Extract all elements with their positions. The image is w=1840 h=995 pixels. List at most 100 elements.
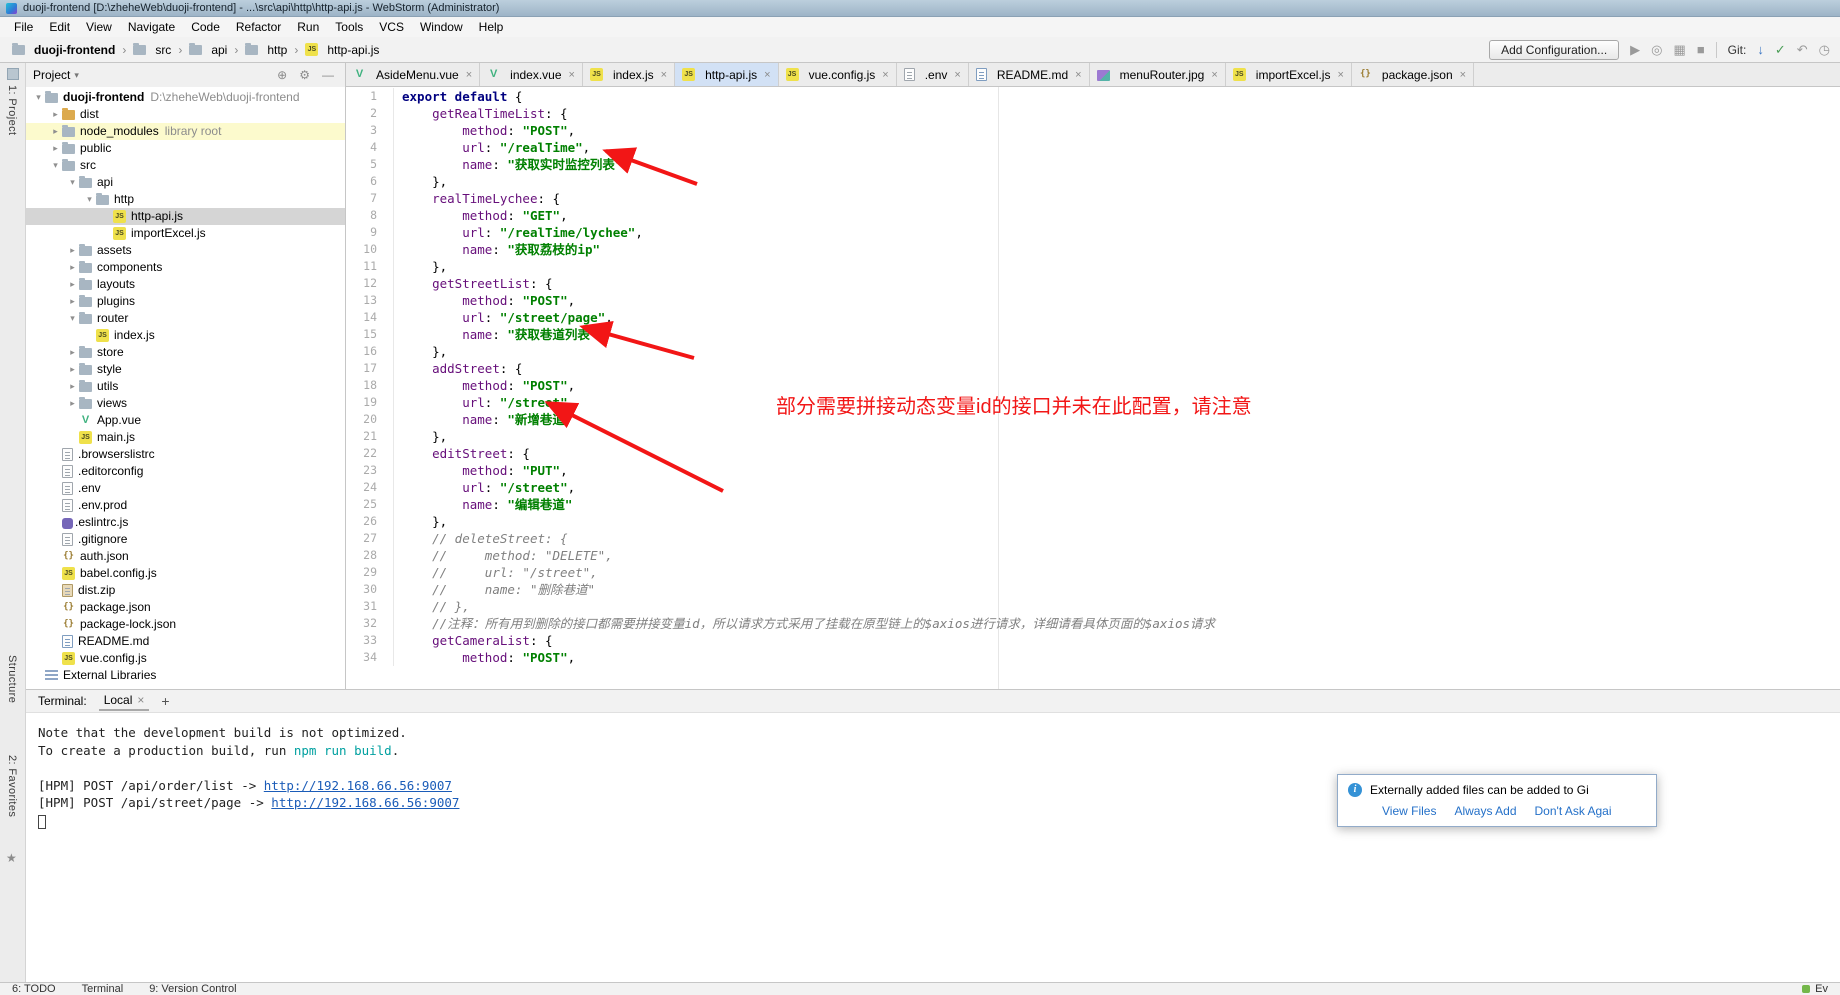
- menu-refactor[interactable]: Refactor: [228, 17, 289, 37]
- close-tab-icon[interactable]: ×: [661, 69, 667, 81]
- tree-row[interactable]: .gitignore: [26, 531, 345, 548]
- hide-panel-icon[interactable]: —: [318, 68, 338, 82]
- coverage-icon[interactable]: ▦: [1674, 43, 1686, 56]
- project-panel-title[interactable]: Project: [33, 68, 70, 82]
- gear-icon[interactable]: ⚙: [295, 68, 314, 82]
- chevron-right-icon[interactable]: ▸: [66, 344, 79, 361]
- editor-tab[interactable]: .env×: [897, 63, 969, 86]
- breadcrumb-item[interactable]: src: [131, 43, 173, 57]
- tree-row[interactable]: main.js: [26, 429, 345, 446]
- tree-row[interactable]: App.vue: [26, 412, 345, 429]
- close-tab-icon[interactable]: ×: [1460, 69, 1466, 81]
- chevron-right-icon[interactable]: ▸: [66, 361, 79, 378]
- chevron-right-icon[interactable]: ▸: [66, 395, 79, 412]
- tree-row[interactable]: README.md: [26, 633, 345, 650]
- notification-action[interactable]: Don't Ask Agai: [1535, 804, 1612, 818]
- close-tab-icon[interactable]: ×: [882, 69, 888, 81]
- notification-action[interactable]: Always Add: [1454, 804, 1516, 818]
- menu-code[interactable]: Code: [183, 17, 228, 37]
- tree-row[interactable]: ▸node_moduleslibrary root: [26, 123, 345, 140]
- toolstrip-project-button[interactable]: 1: Project: [6, 85, 18, 135]
- tree-row[interactable]: ▸assets: [26, 242, 345, 259]
- statusbar-item[interactable]: Terminal: [82, 983, 124, 995]
- tree-row[interactable]: dist.zip: [26, 582, 345, 599]
- notification-action[interactable]: View Files: [1382, 804, 1436, 818]
- menu-help[interactable]: Help: [471, 17, 512, 37]
- close-tab-icon[interactable]: ×: [1211, 69, 1217, 81]
- tree-row[interactable]: External Libraries: [26, 667, 345, 684]
- tree-row[interactable]: .env: [26, 480, 345, 497]
- close-tab-icon[interactable]: ×: [1337, 69, 1343, 81]
- chevron-down-icon[interactable]: ▾: [49, 157, 62, 174]
- toolstrip-structure-button[interactable]: Structure: [6, 655, 18, 703]
- git-commit-icon[interactable]: ✓: [1775, 43, 1786, 56]
- tree-row[interactable]: ▾router: [26, 310, 345, 327]
- tree-row[interactable]: ▸public: [26, 140, 345, 157]
- event-log-label[interactable]: Ev: [1815, 983, 1828, 995]
- tree-row[interactable]: package-lock.json: [26, 616, 345, 633]
- chevron-right-icon[interactable]: ▸: [49, 140, 62, 157]
- tree-row[interactable]: importExcel.js: [26, 225, 345, 242]
- chevron-right-icon[interactable]: ▸: [66, 242, 79, 259]
- tree-row[interactable]: .browserslistrc: [26, 446, 345, 463]
- git-rollback-icon[interactable]: ↶: [1797, 43, 1808, 56]
- menu-file[interactable]: File: [6, 17, 41, 37]
- add-configuration-button[interactable]: Add Configuration...: [1489, 40, 1619, 60]
- tree-row[interactable]: vue.config.js: [26, 650, 345, 667]
- chevron-right-icon[interactable]: ▸: [66, 276, 79, 293]
- menu-window[interactable]: Window: [412, 17, 471, 37]
- menu-navigate[interactable]: Navigate: [120, 17, 183, 37]
- breadcrumb-item[interactable]: api: [187, 43, 229, 57]
- locate-file-icon[interactable]: ⊕: [273, 68, 291, 82]
- chevron-right-icon[interactable]: ▸: [49, 123, 62, 140]
- tree-row[interactable]: ▸store: [26, 344, 345, 361]
- new-terminal-icon[interactable]: +: [161, 693, 169, 709]
- editor-tab[interactable]: index.vue×: [480, 63, 583, 86]
- tree-row[interactable]: ▾duoji-frontendD:\zheheWeb\duoji-fronten…: [26, 89, 345, 106]
- chevron-right-icon[interactable]: ▸: [66, 378, 79, 395]
- tree-row[interactable]: ▸views: [26, 395, 345, 412]
- tree-row[interactable]: .env.prod: [26, 497, 345, 514]
- close-tab-icon[interactable]: ×: [466, 69, 472, 81]
- close-tab-icon[interactable]: ×: [569, 69, 575, 81]
- tree-row[interactable]: ▾src: [26, 157, 345, 174]
- chevron-down-icon[interactable]: ▾: [32, 89, 45, 106]
- chevron-right-icon[interactable]: ▸: [66, 293, 79, 310]
- chevron-down-icon[interactable]: ▾: [83, 191, 96, 208]
- menu-run[interactable]: Run: [289, 17, 327, 37]
- tree-row[interactable]: ▸plugins: [26, 293, 345, 310]
- tree-row[interactable]: ▸utils: [26, 378, 345, 395]
- close-tab-icon[interactable]: ×: [764, 69, 770, 81]
- menu-edit[interactable]: Edit: [41, 17, 78, 37]
- tree-row[interactable]: .editorconfig: [26, 463, 345, 480]
- tree-row[interactable]: ▾http: [26, 191, 345, 208]
- editor-tab[interactable]: vue.config.js×: [779, 63, 897, 86]
- chevron-down-icon[interactable]: ▾: [66, 174, 79, 191]
- tree-row[interactable]: auth.json: [26, 548, 345, 565]
- breadcrumb-item[interactable]: http: [243, 43, 289, 57]
- tree-row[interactable]: package.json: [26, 599, 345, 616]
- close-tab-icon[interactable]: ×: [954, 69, 960, 81]
- debug-icon[interactable]: ◎: [1651, 43, 1662, 56]
- event-log-icon[interactable]: [1802, 985, 1810, 993]
- breadcrumb-item[interactable]: duoji-frontend: [10, 43, 117, 57]
- terminal-output[interactable]: Note that the development build is not o…: [26, 713, 1840, 982]
- chevron-down-icon[interactable]: ▾: [74, 70, 79, 81]
- run-icon[interactable]: ▶: [1630, 43, 1640, 56]
- close-tab-icon[interactable]: ×: [1075, 69, 1081, 81]
- chevron-right-icon[interactable]: ▸: [49, 106, 62, 123]
- editor-tab[interactable]: menuRouter.jpg×: [1090, 63, 1226, 86]
- editor-tab[interactable]: index.js×: [583, 63, 675, 86]
- stop-icon[interactable]: ■: [1697, 43, 1705, 56]
- tree-row[interactable]: babel.config.js: [26, 565, 345, 582]
- tree-row[interactable]: ▸layouts: [26, 276, 345, 293]
- editor-tab[interactable]: http-api.js×: [675, 63, 778, 86]
- terminal-link[interactable]: http://192.168.66.56:9007: [271, 795, 459, 810]
- tree-row[interactable]: http-api.js: [26, 208, 345, 225]
- menu-vcs[interactable]: VCS: [371, 17, 412, 37]
- terminal-link[interactable]: http://192.168.66.56:9007: [264, 778, 452, 793]
- close-terminal-tab-icon[interactable]: ×: [137, 693, 144, 707]
- editor-tab[interactable]: AsideMenu.vue×: [346, 63, 480, 86]
- tree-row[interactable]: ▸style: [26, 361, 345, 378]
- chevron-right-icon[interactable]: ▸: [66, 259, 79, 276]
